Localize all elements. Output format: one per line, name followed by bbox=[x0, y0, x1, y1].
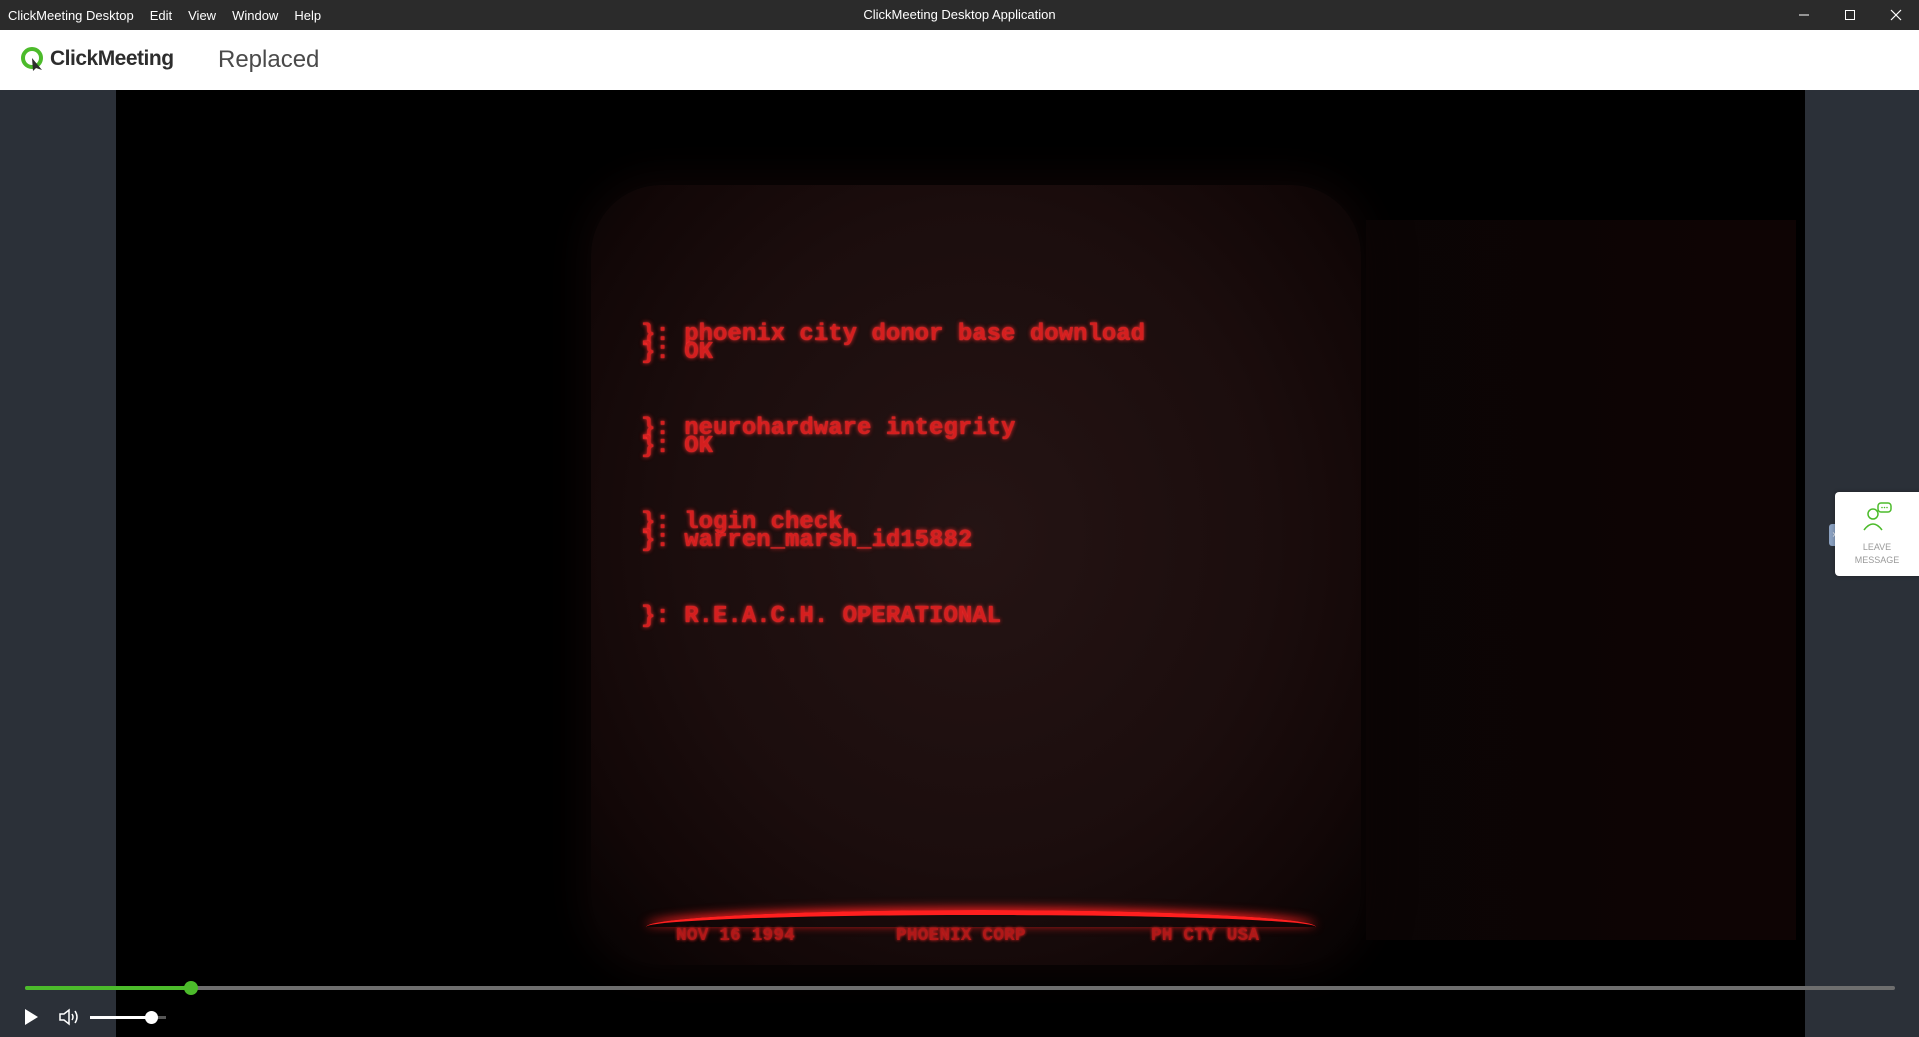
crt-footer-date: NOV 16 1994 bbox=[676, 926, 795, 946]
window-controls bbox=[1781, 0, 1919, 30]
seek-progress bbox=[25, 986, 192, 990]
chat-person-icon bbox=[1863, 502, 1892, 531]
mute-button[interactable] bbox=[58, 1007, 80, 1032]
seek-bar[interactable] bbox=[25, 981, 1895, 995]
video-stage: }: phoenix city donor base download}: OK… bbox=[0, 90, 1919, 1037]
volume-level bbox=[90, 1016, 151, 1019]
close-icon bbox=[1890, 9, 1902, 21]
app-header: ClickMeeting Replaced bbox=[0, 30, 1919, 91]
minimize-icon bbox=[1799, 14, 1809, 16]
volume-slider[interactable] bbox=[90, 1011, 166, 1024]
play-button[interactable] bbox=[22, 1007, 40, 1032]
video-player[interactable]: }: phoenix city donor base download}: OK… bbox=[116, 90, 1805, 1037]
leave-message-widget[interactable]: LEAVE MESSAGE bbox=[1835, 492, 1919, 576]
clickmeeting-logo-icon bbox=[21, 47, 43, 71]
title-bar: ClickMeeting Desktop Edit View Window He… bbox=[0, 0, 1919, 30]
maximize-button[interactable] bbox=[1827, 0, 1873, 30]
clickmeeting-logo[interactable]: ClickMeeting bbox=[20, 46, 174, 72]
menu-edit[interactable]: Edit bbox=[150, 8, 172, 23]
play-icon bbox=[25, 1009, 38, 1025]
crt-footer-city: PH CTY USA bbox=[1151, 926, 1260, 946]
page-title: Replaced bbox=[218, 46, 320, 73]
terminal-block: }: R.E.A.C.H. OPERATIONAL bbox=[641, 603, 1002, 630]
menu-window[interactable]: Window bbox=[232, 8, 278, 23]
maximize-icon bbox=[1845, 10, 1855, 20]
minimize-button[interactable] bbox=[1781, 0, 1827, 30]
close-button[interactable] bbox=[1873, 0, 1919, 30]
terminal-block: }: neurohardware integrity}: OK bbox=[641, 415, 1016, 460]
brand-name: ClickMeeting bbox=[50, 47, 174, 70]
menu-app[interactable]: ClickMeeting Desktop bbox=[8, 8, 134, 23]
crt-footer-corp: PHOENIX CORP bbox=[896, 926, 1026, 946]
speaker-icon bbox=[59, 1008, 78, 1026]
volume-handle[interactable] bbox=[144, 1011, 158, 1024]
terminal-text: }: phoenix city donor base download}: OK… bbox=[641, 290, 1145, 684]
menu-help[interactable]: Help bbox=[294, 8, 321, 23]
menu-bar: ClickMeeting Desktop Edit View Window He… bbox=[8, 0, 337, 30]
terminal-block: }: phoenix city donor base download}: OK bbox=[641, 321, 1146, 366]
video-ambient bbox=[1366, 220, 1796, 940]
leave-message-label: LEAVE MESSAGE bbox=[1854, 542, 1900, 565]
menu-view[interactable]: View bbox=[188, 8, 216, 23]
terminal-block: }: login check}: warren_marsh_id15882 bbox=[641, 509, 973, 554]
